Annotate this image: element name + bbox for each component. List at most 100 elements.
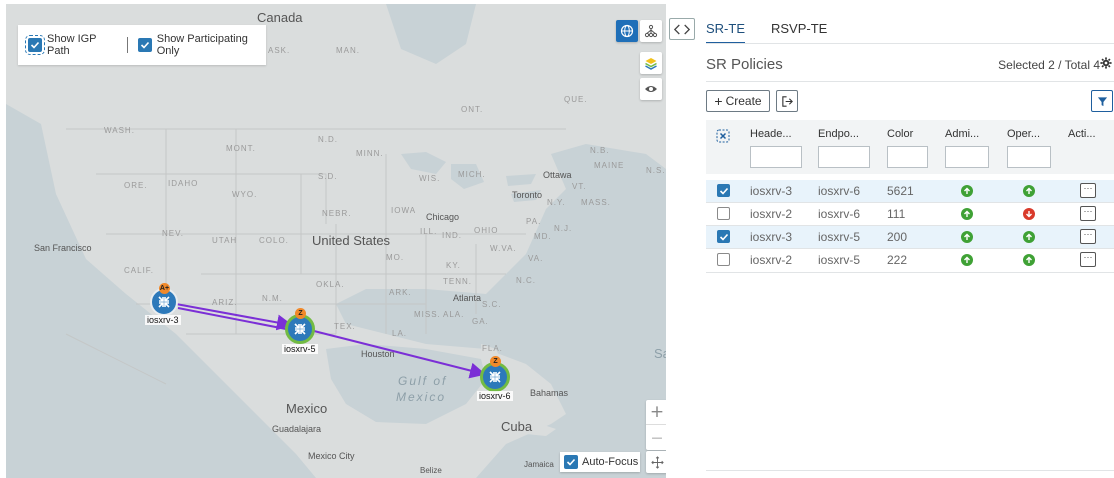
- deselect-all-icon: [716, 129, 730, 143]
- node-badge: Z: [295, 308, 306, 319]
- cell-endpoint: iosxrv-6: [818, 207, 861, 221]
- row-checkbox-checked[interactable]: [717, 230, 730, 243]
- table-row[interactable]: iosxrv-3 iosxrv-6 5621 ···: [706, 180, 1114, 202]
- node-label: iosxrv-5: [282, 344, 318, 354]
- policy-panel: SR-TE RSVP-TE SR Policies Selected 2 / T…: [706, 0, 1114, 478]
- zoom-out-button[interactable]: —: [646, 425, 666, 450]
- pan-button[interactable]: [646, 451, 666, 473]
- logical-view-button[interactable]: [640, 20, 662, 42]
- divider: [706, 272, 1114, 273]
- admin-up-icon: [961, 185, 973, 197]
- export-icon: [781, 95, 793, 107]
- cell-headend: iosxrv-3: [750, 184, 793, 198]
- zoom-control: + —: [646, 400, 666, 450]
- auto-focus-toggle[interactable]: Auto-Focus: [560, 452, 640, 472]
- tab-rsvp-te[interactable]: RSVP-TE: [771, 18, 827, 44]
- table-header: Heade... Endpo... Color Admi... Oper... …: [706, 120, 1114, 174]
- row-actions-button[interactable]: ···: [1080, 206, 1096, 221]
- checkbox-checked[interactable]: [564, 455, 578, 469]
- node-badge: Z: [490, 356, 501, 367]
- eye-icon: [645, 86, 657, 92]
- policy-links: [175, 303, 486, 379]
- layers-icon: [645, 58, 657, 70]
- filter-input-headend[interactable]: [750, 146, 802, 168]
- cell-headend: iosxrv-2: [750, 207, 793, 221]
- tab-sr-te[interactable]: SR-TE: [706, 18, 745, 44]
- column-header-endpoint[interactable]: Endpo...: [818, 128, 859, 140]
- selection-summary: Selected 2 / Total 4: [998, 58, 1100, 72]
- column-header-headend[interactable]: Heade...: [750, 128, 792, 140]
- column-header-actions: Acti...: [1068, 128, 1096, 140]
- link-iosxrv5-iosxrv6[interactable]: [313, 330, 486, 379]
- topology-map[interactable]: Canada ASK. MAN. ONT. QUE. WASH. MONT. N…: [6, 4, 666, 478]
- cell-headend: iosxrv-2: [750, 253, 793, 267]
- cell-color: 5621: [887, 184, 914, 198]
- show-participating-label: Show Participating Only: [156, 33, 248, 57]
- show-igp-path-label: Show IGP Path: [47, 33, 97, 57]
- divider: [126, 37, 128, 53]
- cell-endpoint: iosxrv-5: [818, 230, 861, 244]
- oper-up-icon: [1023, 254, 1035, 266]
- app-root: Canada ASK. MAN. ONT. QUE. WASH. MONT. N…: [0, 0, 1114, 478]
- globe-icon: [620, 24, 634, 38]
- cell-color: 111: [887, 207, 906, 221]
- plus-icon: +: [714, 93, 723, 109]
- cell-color: 200: [887, 230, 908, 244]
- row-checkbox-unchecked[interactable]: [717, 207, 730, 220]
- divider: [706, 470, 1114, 471]
- divider: [706, 81, 1114, 82]
- oper-up-icon: [1023, 185, 1035, 197]
- node-badge: A+: [159, 283, 170, 294]
- node-label: iosxrv-6: [477, 391, 513, 401]
- move-icon: [650, 455, 664, 469]
- table-row[interactable]: iosxrv-2 iosxrv-6 111 ···: [706, 203, 1114, 225]
- zoom-in-button[interactable]: +: [646, 400, 666, 425]
- collapse-panel-button[interactable]: [669, 18, 695, 40]
- map-options-box: Show IGP Path Show Participating Only: [18, 25, 266, 65]
- filter-input-admin-state[interactable]: [945, 146, 989, 168]
- globe-view-button[interactable]: [616, 20, 638, 42]
- create-button[interactable]: + Create: [706, 90, 770, 112]
- row-actions-button[interactable]: ···: [1080, 252, 1096, 267]
- clear-selection-button[interactable]: [716, 128, 730, 143]
- checkbox-checked[interactable]: [137, 38, 152, 52]
- table-row[interactable]: iosxrv-2 iosxrv-5 222 ···: [706, 249, 1114, 271]
- router-icon: [294, 323, 306, 335]
- gear-icon: [1100, 57, 1112, 69]
- router-icon: [489, 371, 501, 383]
- visibility-button[interactable]: [640, 78, 662, 100]
- filter-icon: [1097, 96, 1107, 106]
- filter-input-oper-state[interactable]: [1007, 146, 1051, 168]
- cell-headend: iosxrv-3: [750, 230, 793, 244]
- column-header-color[interactable]: Color: [887, 128, 913, 140]
- export-button[interactable]: [776, 90, 798, 112]
- create-label: Create: [725, 94, 762, 108]
- cell-endpoint: iosxrv-5: [818, 253, 861, 267]
- layers-button[interactable]: [640, 52, 662, 74]
- filter-input-endpoint[interactable]: [818, 146, 870, 168]
- row-actions-button[interactable]: ···: [1080, 183, 1096, 198]
- row-checkbox-unchecked[interactable]: [717, 253, 730, 266]
- filter-input-color[interactable]: [887, 146, 928, 168]
- row-actions-button[interactable]: ···: [1080, 229, 1096, 244]
- checkbox-checked[interactable]: [25, 35, 45, 55]
- show-participating-toggle[interactable]: Show Participating Only: [137, 33, 266, 57]
- settings-button[interactable]: [1100, 57, 1112, 71]
- link-iosxrv3-iosxrv5-b[interactable]: [177, 307, 292, 331]
- admin-up-icon: [961, 231, 973, 243]
- row-checkbox-checked[interactable]: [717, 184, 730, 197]
- oper-up-icon: [1023, 231, 1035, 243]
- column-header-admin-state[interactable]: Admi...: [945, 128, 979, 140]
- oper-down-icon: [1023, 208, 1035, 220]
- show-igp-path-toggle[interactable]: Show IGP Path: [25, 33, 117, 57]
- tab-bar: SR-TE RSVP-TE: [706, 18, 853, 44]
- link-iosxrv3-iosxrv5-a[interactable]: [175, 303, 293, 331]
- chevrons-icon: [673, 24, 691, 34]
- column-header-oper-state[interactable]: Oper...: [1007, 128, 1040, 140]
- table-row[interactable]: iosxrv-3 iosxrv-5 200 ···: [706, 226, 1114, 248]
- node-label: iosxrv-3: [145, 315, 181, 325]
- page-title: SR Policies: [706, 56, 783, 73]
- admin-up-icon: [961, 254, 973, 266]
- admin-up-icon: [961, 208, 973, 220]
- filter-button[interactable]: [1091, 90, 1113, 112]
